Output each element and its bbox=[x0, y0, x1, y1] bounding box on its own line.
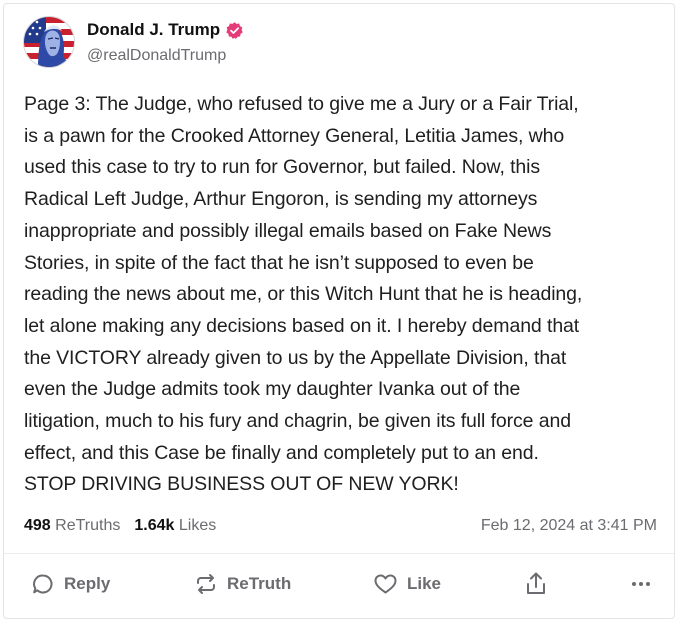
likes-stat[interactable]: 1.64k Likes bbox=[134, 517, 216, 535]
post-timestamp[interactable]: Feb 12, 2024 at 3:41 PM bbox=[481, 517, 657, 535]
more-icon bbox=[629, 572, 653, 596]
reply-button[interactable]: Reply bbox=[31, 570, 110, 598]
retruths-stat[interactable]: 498 ReTruths bbox=[24, 517, 120, 535]
author-handle[interactable]: @realDonaldTrump bbox=[87, 47, 226, 65]
post-card: Donald J. Trump @realDonaldTrump Page 3:… bbox=[3, 3, 675, 619]
likes-count: 1.64k bbox=[134, 517, 175, 534]
retruth-button[interactable]: ReTruth bbox=[194, 570, 291, 598]
retruth-icon bbox=[194, 572, 218, 596]
like-button[interactable]: Like bbox=[373, 570, 441, 598]
more-options-button[interactable] bbox=[629, 570, 653, 598]
reply-label: Reply bbox=[64, 574, 111, 593]
reply-icon bbox=[31, 572, 55, 596]
share-icon bbox=[524, 571, 548, 597]
like-label: Like bbox=[407, 574, 442, 593]
author-name-text: Donald J. Trump bbox=[87, 20, 221, 39]
retruth-label: ReTruth bbox=[227, 574, 292, 593]
avatar-image bbox=[24, 17, 74, 67]
verified-badge-icon bbox=[225, 21, 244, 40]
post-body-text: Page 3: The Judge, who refused to give m… bbox=[24, 93, 583, 496]
action-bar: Reply ReTruth Like bbox=[4, 570, 674, 598]
share-button[interactable] bbox=[524, 570, 548, 598]
likes-label: Likes bbox=[178, 517, 217, 534]
avatar[interactable] bbox=[24, 17, 74, 67]
retruths-count: 498 bbox=[24, 517, 51, 534]
divider bbox=[4, 553, 674, 554]
retruths-label: ReTruths bbox=[55, 517, 121, 534]
author-name[interactable]: Donald J. Trump bbox=[87, 20, 244, 40]
heart-icon bbox=[373, 572, 398, 596]
engagement-stats: 498 ReTruths 1.64k Likes bbox=[24, 517, 216, 535]
